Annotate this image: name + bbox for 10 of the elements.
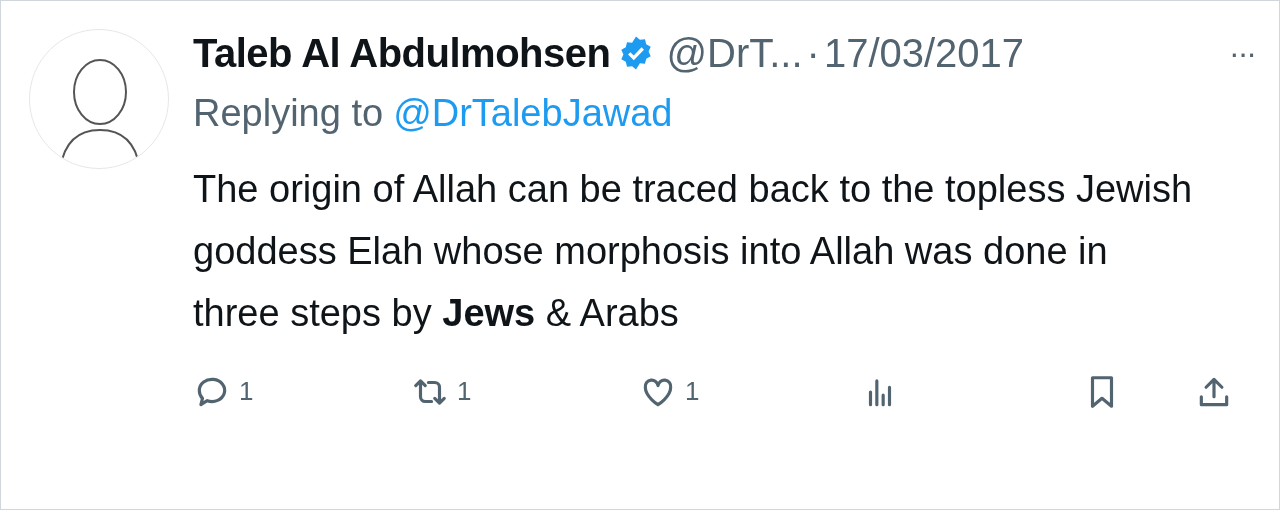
tweet-date[interactable]: 17/03/2017 [823, 23, 1025, 83]
action-count: 1 [457, 375, 472, 408]
separator: · [806, 30, 820, 77]
tweet-text: The origin of Allah can be traced back to the topless Jewish goddess Elah whose morphosis into Allah was done in three steps by Jews & Arabs [193, 167, 1194, 336]
action-count: 1 [685, 375, 700, 408]
more-options-button[interactable]: ··· [1229, 29, 1255, 77]
author-name[interactable]: Taleb Al Abdulmohsen [193, 23, 611, 83]
author-handle[interactable]: @DrT... [666, 23, 803, 83]
replying-to-label: Replying to [193, 91, 384, 136]
action-count: 1 [239, 375, 254, 408]
